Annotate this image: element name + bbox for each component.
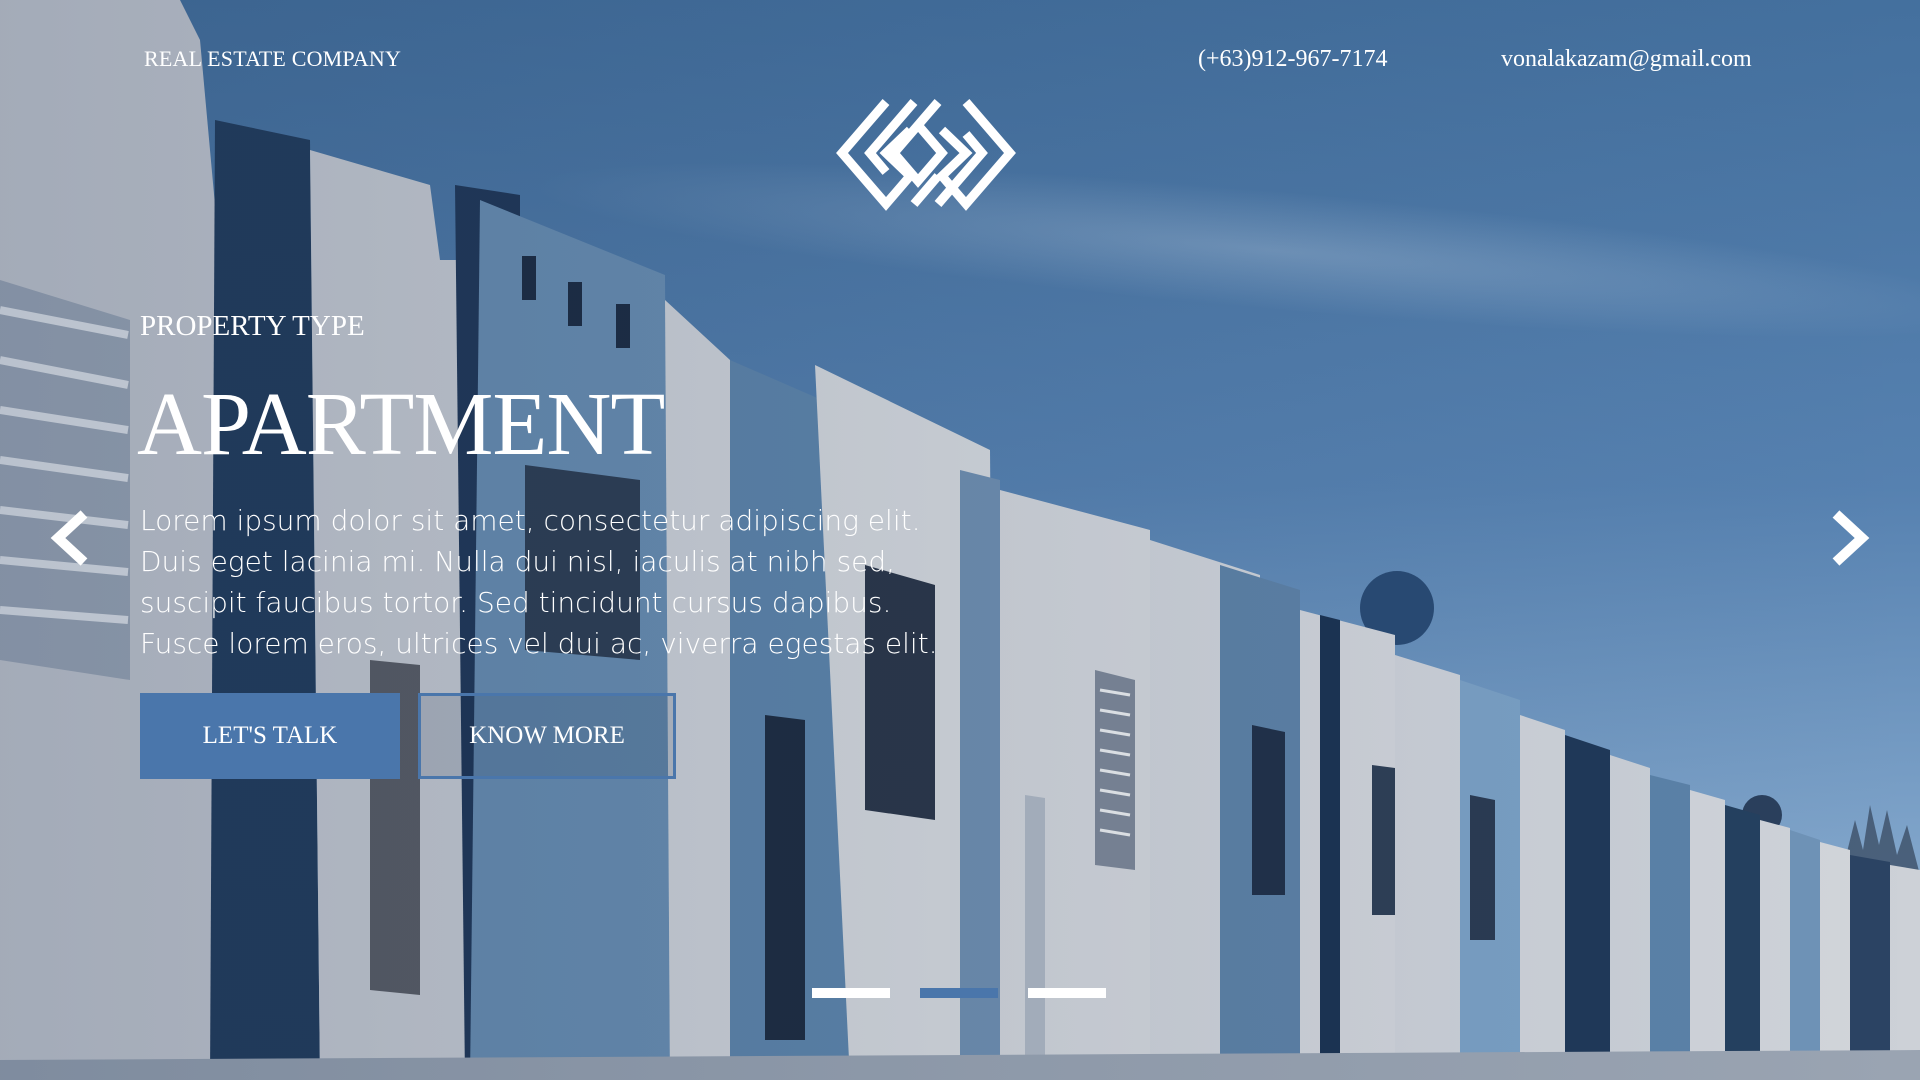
phone-number[interactable]: (+63)912-967-7174 (1198, 46, 1388, 73)
hero-description: Lorem ipsum dolor sit amet, consectetur … (140, 504, 938, 660)
email-address[interactable]: vonalakazam@gmail.com (1501, 46, 1752, 73)
property-type-label: PROPERTY TYPE (140, 310, 365, 342)
page-title: APARTMENT (137, 375, 665, 474)
chevron-right-icon[interactable] (1824, 508, 1874, 568)
diamond-knot-logo-icon[interactable] (836, 96, 1016, 216)
lets-talk-button-label: LET'S TALK (202, 722, 338, 749)
know-more-button[interactable]: KNOW MORE (418, 693, 676, 779)
carousel-pagination (812, 988, 1106, 998)
company-name: REAL ESTATE COMPANY (144, 46, 402, 71)
carousel-dot-3[interactable] (1028, 988, 1106, 998)
chevron-left-icon[interactable] (46, 508, 96, 568)
lets-talk-button[interactable]: LET'S TALK (140, 693, 400, 779)
carousel-dot-1[interactable] (812, 988, 890, 998)
know-more-button-label: KNOW MORE (469, 722, 625, 749)
carousel-dot-2[interactable] (920, 988, 998, 998)
